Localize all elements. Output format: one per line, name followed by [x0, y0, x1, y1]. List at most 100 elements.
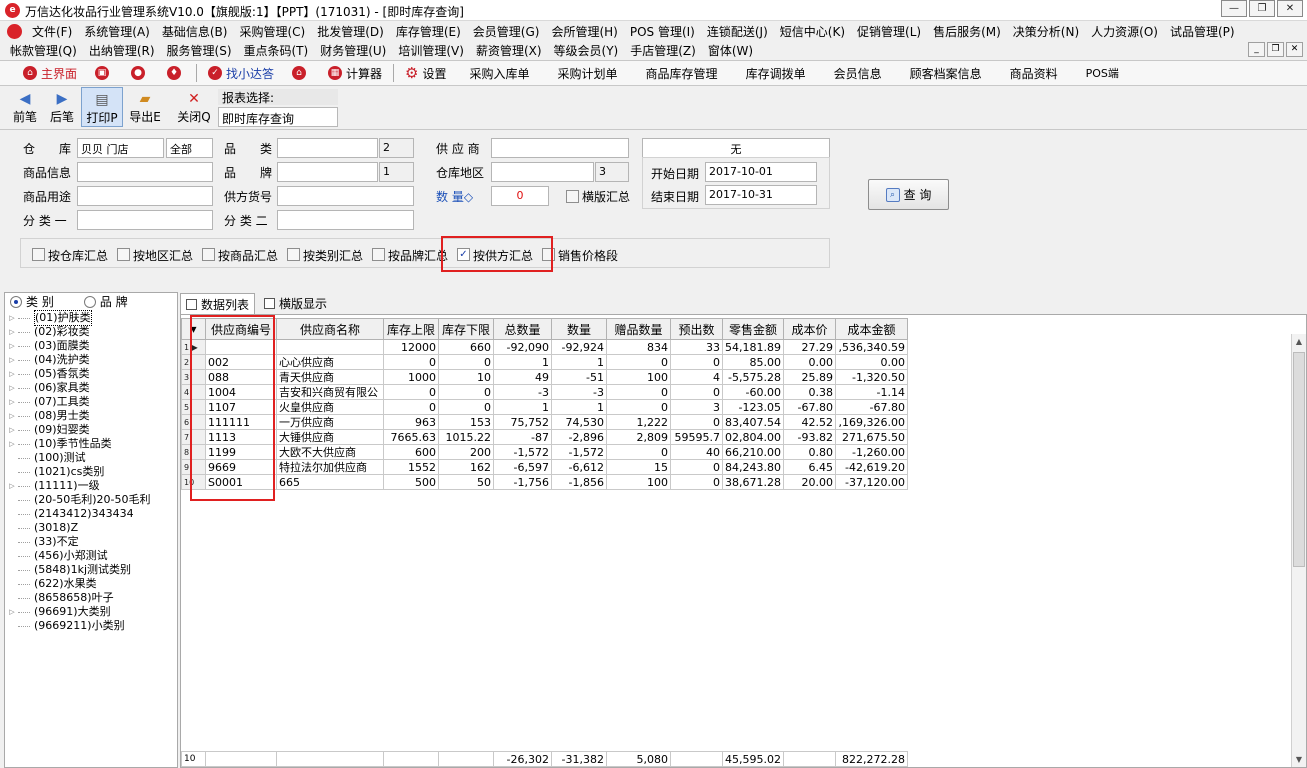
table-row[interactable]: 2 002 心心供应商 0 0 1 1 0 0 85.00 0.00 0.00 — [181, 354, 908, 370]
tree-item[interactable]: ▷ (05)香氛类 — [6, 367, 174, 381]
link-stock-transfer[interactable]: 库存调拨单 — [732, 65, 820, 82]
group-by-region-checkbox[interactable] — [117, 248, 130, 261]
table-row[interactable]: 4 1004 吉安和兴商贸有限公 0 0 -3 -3 0 0 -60.00 0.38 -1.14 — [181, 384, 908, 400]
report-select-input[interactable]: 即时库存查询 — [218, 107, 338, 127]
query-button[interactable]: ⌕ 查 询 — [868, 179, 949, 210]
menu-promotion[interactable]: 促销管理(L) — [851, 23, 927, 40]
menu-hr[interactable]: 人力资源(O) — [1085, 23, 1164, 40]
scroll-up-icon[interactable]: ▲ — [1292, 334, 1306, 349]
table-row[interactable]: 6 111111 一万供应商 963 153 75,752 74,530 1,222 0 83,4… — [181, 414, 908, 430]
category-input[interactable] — [277, 138, 378, 158]
menu-member[interactable]: 会员管理(G) — [467, 23, 546, 40]
brand-radio[interactable] — [83, 295, 96, 308]
expand-arrow-icon[interactable]: ▷ — [6, 353, 18, 367]
expand-arrow-icon[interactable]: ▷ — [6, 409, 18, 423]
warehouse-scope-select[interactable]: 全部 — [166, 138, 213, 158]
col-pre-out[interactable]: 预出数 — [670, 318, 723, 340]
tree-item[interactable]: (9669211)小类别 — [6, 619, 174, 633]
expand-arrow-icon[interactable]: ▷ — [6, 437, 18, 451]
vertical-scrollbar[interactable]: ▲ ▼ — [1291, 334, 1306, 767]
expand-arrow-icon[interactable]: ▷ — [6, 367, 18, 381]
end-date-input[interactable]: 2017-10-31 — [705, 185, 817, 205]
link-pos[interactable]: POS端 — [1072, 65, 1133, 81]
expand-arrow-icon[interactable]: ▷ — [6, 311, 18, 325]
mdi-minimize-button[interactable]: _ — [1248, 42, 1265, 57]
brand-input[interactable] — [277, 162, 378, 182]
tree-item[interactable]: (5848)1kj测试类别 — [6, 563, 174, 577]
menu-accounts[interactable]: 帐款管理(Q) — [0, 42, 83, 59]
expand-arrow-icon[interactable]: ▷ — [6, 395, 18, 409]
table-row[interactable]: 9 9669 特拉法尔加供应商 1552 162 -6,597 -6,612 15 0 84,24… — [181, 459, 908, 475]
class2-input[interactable] — [277, 210, 414, 230]
mdi-close-button[interactable]: ✕ — [1286, 42, 1303, 57]
tree-item[interactable]: ▷ (07)工具类 — [6, 395, 174, 409]
goods-info-input[interactable] — [77, 162, 213, 182]
col-gift-qty[interactable]: 赠品数量 — [606, 318, 671, 340]
group-by-category-checkbox[interactable] — [287, 248, 300, 261]
tree-item[interactable]: (100)测试 — [6, 451, 174, 465]
close-button[interactable]: ✕ 关闭Q — [174, 87, 214, 127]
menu-wholesale[interactable]: 批发管理(D) — [311, 23, 390, 40]
settings-button[interactable]: ⚙ 设置 — [396, 62, 455, 84]
link-purchase-receipt[interactable]: 采购入库单 — [456, 65, 544, 82]
tree-item[interactable]: (456)小郑测试 — [6, 549, 174, 563]
menu-trial[interactable]: 试品管理(P) — [1164, 23, 1241, 40]
menu-purchase[interactable]: 采购管理(C) — [233, 23, 311, 40]
col-retail-amount[interactable]: 零售金额 — [722, 318, 784, 340]
home2-button[interactable]: ⌂ — [283, 62, 319, 84]
group-by-warehouse-checkbox[interactable] — [32, 248, 45, 261]
export-button[interactable]: ▰ 导出E — [125, 87, 165, 127]
table-row[interactable]: 5 1107 火皇供应商 0 0 1 1 0 3 -123.05 -67.80 -67.80 — [181, 399, 908, 415]
table-row[interactable]: 1 ▶ 12000 660 -92,090 -92,924 834 33 54,181.89 2… — [181, 339, 908, 355]
tree-item[interactable]: ▷ (06)家具类 — [6, 381, 174, 395]
tree-item[interactable]: ▷ (11111)一级 — [6, 479, 174, 493]
col-stock-upper[interactable]: 库存上限 — [383, 318, 439, 340]
tree-item[interactable]: (33)不定 — [6, 535, 174, 549]
expand-arrow-icon[interactable]: ▷ — [6, 605, 18, 619]
menu-system[interactable]: 系统管理(A) — [78, 23, 156, 40]
expand-arrow-icon[interactable]: ▷ — [6, 339, 18, 353]
supplier-code-input[interactable] — [277, 186, 414, 206]
menu-training[interactable]: 培训管理(V) — [392, 42, 470, 59]
tree-item[interactable]: (3018)Z — [6, 521, 174, 535]
tree-item[interactable]: ▷ (10)季节性品类 — [6, 437, 174, 451]
quantity-label[interactable]: 数 量◇ — [436, 188, 473, 205]
restore-window-button[interactable]: ❐ — [1249, 0, 1275, 17]
quantity-input[interactable]: 0 — [491, 186, 549, 206]
menu-cashier[interactable]: 出纳管理(R) — [83, 42, 161, 59]
tree-item[interactable]: (1021)cs类别 — [6, 465, 174, 479]
shield-button[interactable]: ♦ — [158, 62, 194, 84]
tree-item[interactable]: (622)水果类 — [6, 577, 174, 591]
scrollbar-thumb[interactable] — [1293, 352, 1305, 567]
col-cost-price[interactable]: 成本价 — [782, 318, 836, 340]
home-button[interactable]: ⌂ 主界面 — [14, 62, 86, 84]
menu-chain-delivery[interactable]: 连锁配送(J) — [701, 23, 774, 40]
expand-arrow-icon[interactable]: ▷ — [6, 479, 18, 493]
tree-item[interactable]: ▷ (04)洗护类 — [6, 353, 174, 367]
print-button[interactable]: ▤ 打印P — [81, 87, 123, 127]
col-supplier-name[interactable]: 供应商名称 — [276, 318, 384, 340]
horizontal-summary-checkbox[interactable] — [566, 190, 579, 203]
warehouse-input[interactable]: 贝贝 门店 — [77, 138, 164, 158]
tab-data-list[interactable]: 数据列表 — [180, 293, 256, 314]
expand-arrow-icon[interactable]: ▷ — [6, 423, 18, 437]
menu-shop[interactable]: 手店管理(Z) — [624, 42, 702, 59]
menu-salary[interactable]: 薪资管理(X) — [470, 42, 548, 59]
tree-item[interactable]: ▷ (01)护肤类 — [6, 310, 174, 326]
scroll-down-icon[interactable]: ▼ — [1292, 752, 1306, 767]
close-window-button[interactable]: ✕ — [1277, 0, 1303, 17]
supplier-input[interactable] — [491, 138, 629, 158]
minimize-window-button[interactable]: — — [1221, 0, 1247, 17]
mdi-restore-button[interactable]: ❐ — [1267, 42, 1284, 57]
expand-arrow-icon[interactable]: ▷ — [6, 381, 18, 395]
find-button[interactable]: ✓ 找小达答 — [199, 62, 283, 84]
prev-button[interactable]: ◀ 前笔 — [6, 87, 44, 127]
menu-basic-info[interactable]: 基础信息(B) — [156, 23, 234, 40]
category-radio[interactable] — [10, 295, 22, 308]
tree-item[interactable]: (2143412)343434 — [6, 507, 174, 521]
group-by-brand-checkbox[interactable] — [372, 248, 385, 261]
menu-level-member[interactable]: 等级会员(Y) — [548, 42, 625, 59]
tree-item[interactable]: (8658658)叶子 — [6, 591, 174, 605]
link-purchase-plan[interactable]: 采购计划单 — [544, 65, 632, 82]
menu-pos[interactable]: POS 管理(I) — [624, 23, 701, 40]
